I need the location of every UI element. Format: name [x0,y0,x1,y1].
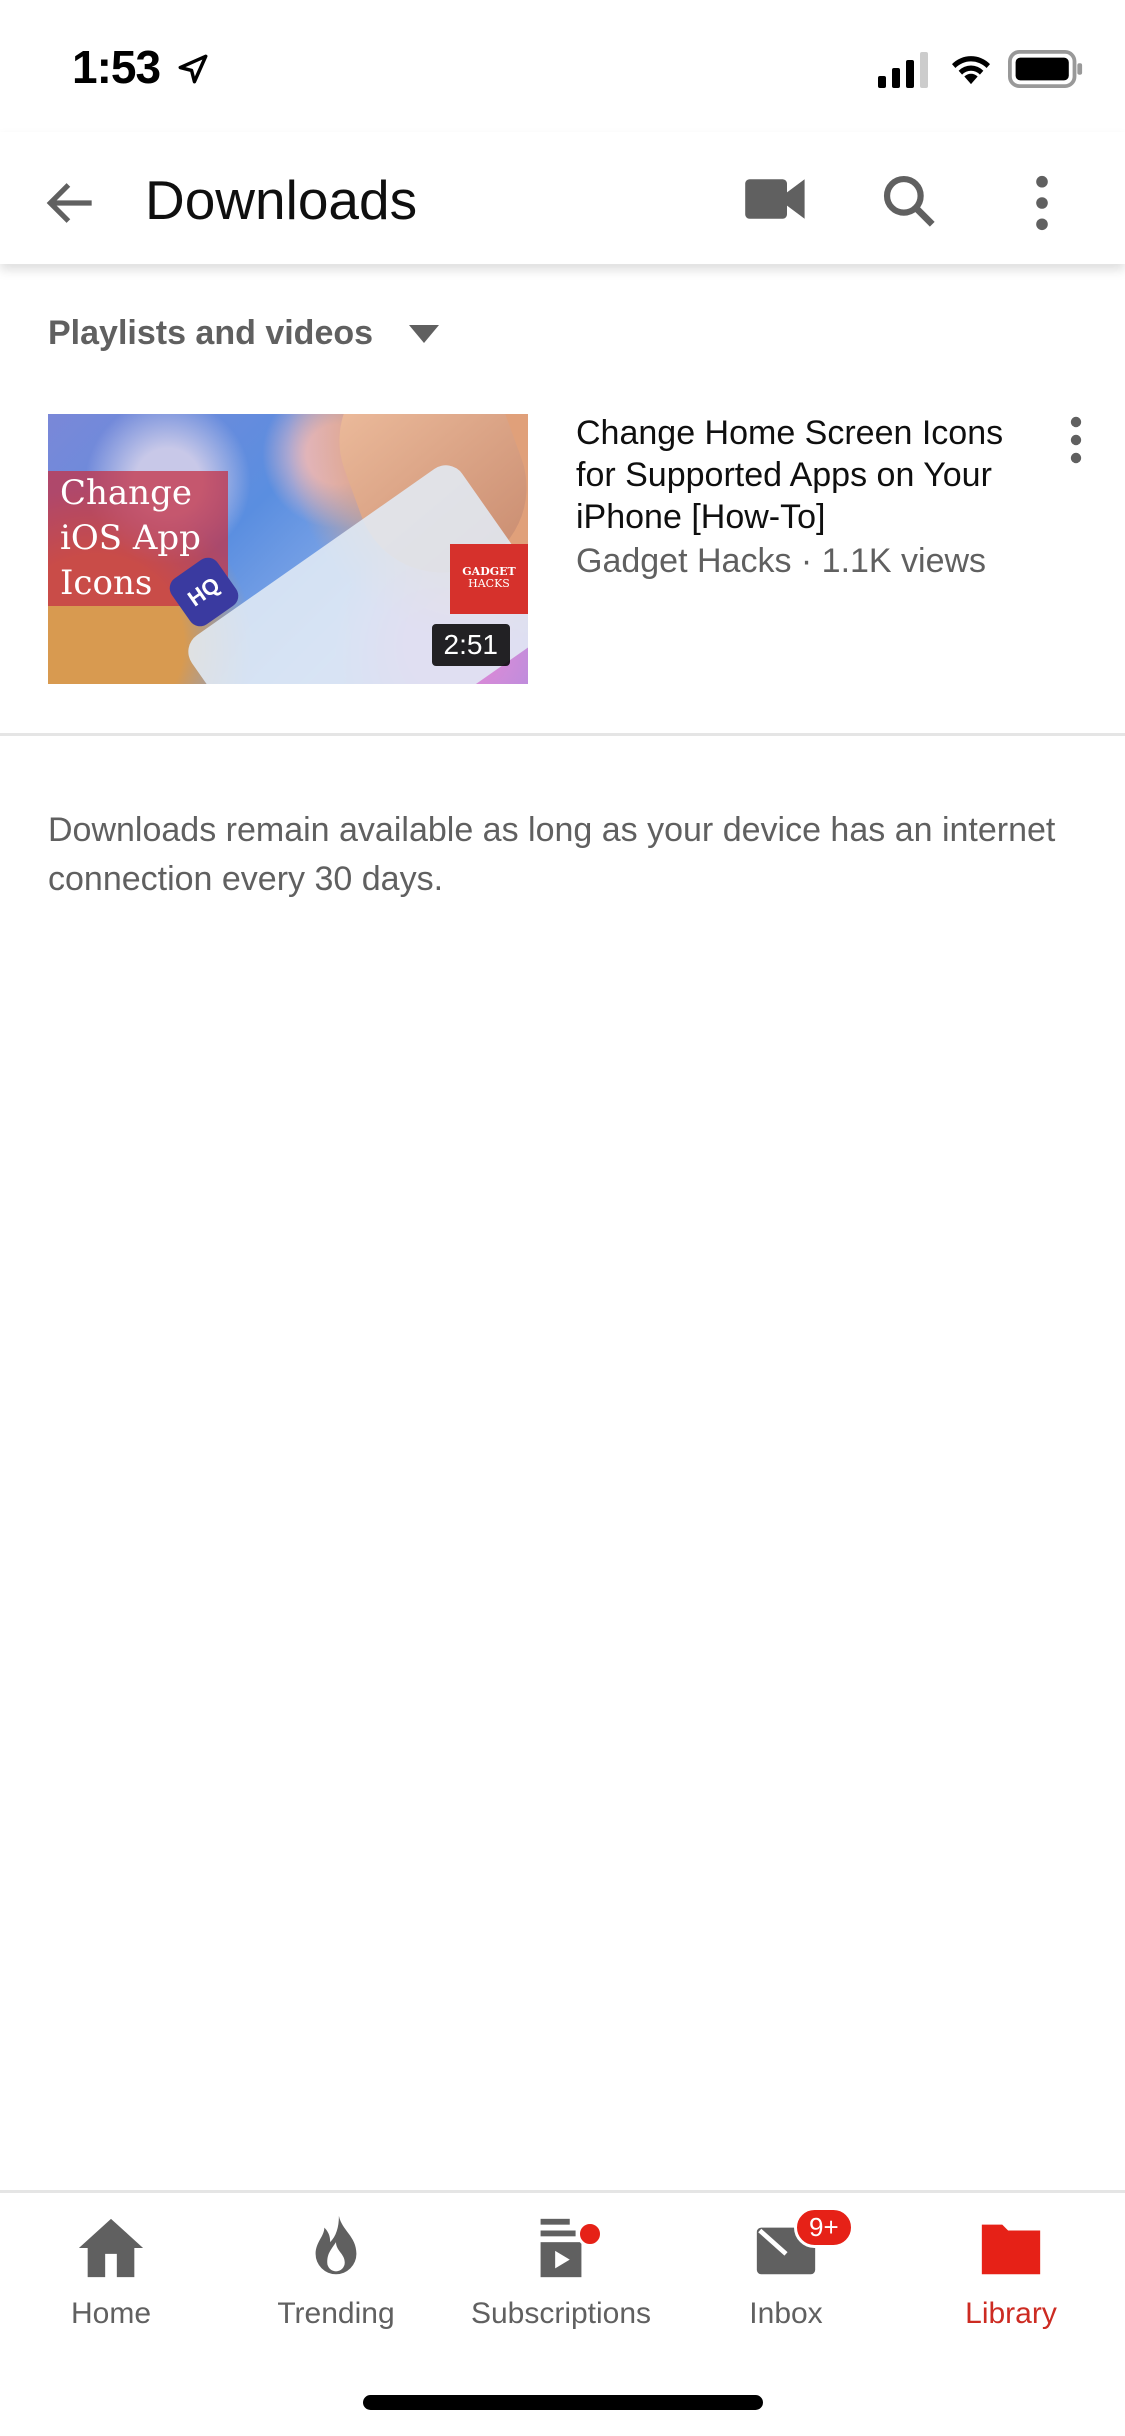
tab-trending[interactable]: Trending [236,2213,436,2331]
video-list-item[interactable]: Change iOS App Icons HQ GADGET HACKS 2:5… [0,400,1125,700]
tab-library[interactable]: Library [911,2213,1111,2331]
page-title: Downloads [145,169,418,231]
location-arrow-icon [178,54,208,84]
inbox-badge: 9+ [794,2207,854,2248]
tab-label: Inbox [749,2297,823,2330]
wifi-icon [952,56,990,85]
notification-dot [577,2221,603,2247]
search-icon[interactable] [878,170,940,232]
home-indicator [363,2395,763,2410]
video-camera-icon[interactable] [745,177,807,221]
tab-inbox[interactable]: 9+ Inbox [686,2207,886,2331]
tab-label: Trending [277,2297,395,2330]
duration-badge: 2:51 [431,624,510,666]
tab-home[interactable]: Home [11,2213,211,2331]
more-vertical-icon[interactable] [1066,416,1086,464]
gadget-hacks-logo: GADGET HACKS [450,544,528,614]
flame-icon [315,2215,357,2275]
library-folder-icon [981,2224,1041,2275]
video-thumbnail[interactable]: Change iOS App Icons HQ GADGET HACKS 2:5… [48,414,528,684]
cellular-signal-icon [878,52,928,88]
tab-label: Library [965,2297,1057,2330]
home-icon [78,2218,144,2278]
status-time: 1:53 [72,41,161,93]
app-header: Downloads [0,132,1125,264]
downloads-note: Downloads remain available as long as yo… [48,811,1056,898]
more-vertical-icon[interactable] [1022,174,1062,232]
status-bar: 1:53 [0,0,1125,132]
tab-subscriptions[interactable]: Subscriptions [461,2213,661,2331]
video-meta: Gadget Hacks · 1.1K views [576,542,987,580]
tab-label: Subscriptions [470,2297,652,2330]
battery-icon [1008,50,1083,88]
divider [0,733,1125,736]
playlists-filter-dropdown[interactable]: Playlists and videos [48,314,440,353]
tab-label: Home [70,2297,152,2330]
brand-line-2: HACKS [468,577,510,590]
video-title[interactable]: Change Home Screen Icons for Supported A… [576,412,1016,538]
back-arrow-icon[interactable] [40,172,102,234]
caret-down-icon [409,324,440,343]
filter-label: Playlists and videos [48,314,374,352]
